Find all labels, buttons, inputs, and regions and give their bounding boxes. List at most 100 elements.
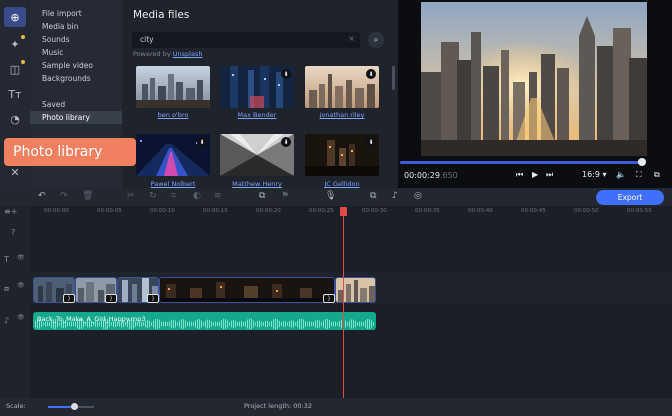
playhead[interactable]: [343, 212, 344, 398]
photo-thumbnail-4[interactable]: ⬇: [136, 134, 210, 176]
eye-icon[interactable]: 👁: [17, 282, 25, 289]
export-button[interactable]: Export: [596, 190, 664, 205]
waveform-bar: [259, 320, 260, 328]
playhead-handle[interactable]: [340, 207, 347, 216]
marker-icon[interactable]: ⚑: [281, 191, 289, 201]
category-backgrounds[interactable]: Backgrounds: [30, 72, 122, 85]
clip-properties-icon[interactable]: ≡: [214, 191, 222, 201]
waveform-bar: [193, 322, 194, 326]
waveform-bar: [233, 320, 234, 328]
photo-thumbnail-2[interactable]: ⬇: [220, 66, 294, 108]
audio-clip[interactable]: Back_To_Make_A_Girl_Happy.mp3: [33, 312, 376, 330]
rotate-icon[interactable]: ↻: [149, 191, 157, 201]
stickers-icon[interactable]: ◔: [4, 109, 26, 129]
preview-seek-bar[interactable]: [400, 161, 642, 164]
ruler-tick-label: 00:00:45: [521, 208, 546, 214]
video-clip[interactable]: [335, 277, 376, 303]
waveform-bar: [181, 319, 182, 329]
video-clip[interactable]: [159, 277, 335, 303]
waveform-bar: [179, 320, 180, 328]
search-value: city: [140, 35, 154, 44]
waveform-bar: [169, 321, 170, 327]
waveform-bar: [197, 319, 198, 329]
photo-thumbnail-3[interactable]: ⬇: [305, 66, 379, 108]
waveform-bar: [367, 319, 368, 329]
import-icon[interactable]: ⊕: [4, 7, 26, 27]
time-ruler[interactable]: 00:00:00 00:00:05 00:00:10 00:00:15 00:00:20…: [30, 206, 672, 218]
category-file-import[interactable]: File import: [30, 7, 122, 20]
overlay-icon[interactable]: ⧉: [259, 191, 265, 201]
download-icon[interactable]: ⬇: [281, 137, 291, 147]
author-link[interactable]: Pawel Nolbert: [133, 180, 213, 188]
search-icon[interactable]: ⌕: [368, 32, 384, 48]
microphone-icon[interactable]: ♪: [392, 191, 398, 201]
waveform-bar: [335, 321, 336, 327]
category-music[interactable]: Music: [30, 46, 122, 59]
magic-wand-icon[interactable]: ✦: [4, 34, 26, 54]
waveform-bar: [327, 318, 328, 330]
previous-frame-icon[interactable]: ⏮: [516, 170, 523, 180]
crop-icon[interactable]: ⌗: [171, 191, 176, 201]
category-sample-video[interactable]: Sample video: [30, 59, 122, 72]
author-link[interactable]: JC Gellidon: [302, 180, 382, 188]
unsplash-link[interactable]: Unsplash: [173, 50, 203, 58]
category-photo-library[interactable]: Photo library: [30, 111, 122, 124]
titles-icon[interactable]: Tт: [4, 84, 26, 104]
download-icon[interactable]: ⬇: [366, 137, 376, 147]
category-media-bin[interactable]: Media bin: [30, 20, 122, 33]
waveform-bar: [189, 321, 190, 327]
waveform-bar: [371, 320, 372, 328]
photo-thumbnail-1[interactable]: [136, 66, 210, 108]
preview-seek-handle[interactable]: [638, 158, 646, 166]
text-track-icon: T: [4, 255, 9, 264]
author-link[interactable]: ben o'bro: [133, 111, 213, 119]
aspect-ratio-select[interactable]: 16:9 ▾: [582, 170, 607, 179]
author-link[interactable]: Matthew Henry: [217, 180, 297, 188]
transition-icon[interactable]: ⟩: [63, 294, 75, 303]
clear-search-icon[interactable]: ×: [348, 34, 355, 43]
cut-icon[interactable]: ✂: [127, 191, 135, 201]
fullscreen-icon[interactable]: ⛶: [636, 170, 642, 180]
undo-icon[interactable]: ↶: [38, 191, 46, 201]
next-frame-icon[interactable]: ⏭: [546, 170, 553, 180]
waveform-bar: [297, 320, 298, 328]
scale-slider-handle[interactable]: [71, 403, 78, 410]
waveform-bar: [303, 319, 304, 329]
download-icon[interactable]: ⬇: [366, 69, 376, 79]
eye-icon[interactable]: 👁: [17, 254, 25, 261]
media-scrollbar[interactable]: [392, 66, 395, 90]
download-icon[interactable]: ⬇: [197, 137, 207, 147]
transitions-icon[interactable]: ◫: [4, 59, 26, 79]
search-input[interactable]: city ×: [132, 32, 360, 48]
waveform-bar: [289, 321, 290, 327]
ruler-tick-label: 00:00:20: [256, 208, 281, 214]
screen-record-icon[interactable]: ⧉: [370, 191, 376, 201]
add-track-icon[interactable]: ≡+: [4, 207, 17, 216]
transition-icon[interactable]: ⟩: [323, 294, 335, 303]
download-icon[interactable]: ⬇: [281, 69, 291, 79]
waveform-bar: [237, 322, 238, 326]
author-link[interactable]: jonathan riley: [302, 111, 382, 119]
ruler-tick-label: 00:00:35: [415, 208, 440, 214]
transition-icon[interactable]: ⟩: [105, 294, 117, 303]
scale-label: Scale:: [6, 402, 26, 410]
category-saved[interactable]: Saved: [30, 98, 122, 111]
volume-icon[interactable]: 🔈: [616, 170, 626, 179]
waveform-bar: [223, 318, 224, 330]
transition-icon[interactable]: ⟩: [147, 294, 159, 303]
webcam-icon[interactable]: ◎: [414, 191, 422, 201]
voiceover-icon[interactable]: 🎙: [325, 191, 336, 201]
photo-thumbnail-5[interactable]: ⬇: [220, 134, 294, 176]
color-adjust-icon[interactable]: ◐: [193, 191, 201, 201]
delete-icon[interactable]: 🗑: [82, 191, 93, 201]
photo-thumbnail-6[interactable]: ⬇: [305, 134, 379, 176]
waveform-bar: [337, 322, 338, 326]
author-link[interactable]: Max Bender: [217, 111, 297, 119]
audio-track-icon: ♪: [4, 316, 10, 325]
eye-icon[interactable]: 👁: [17, 314, 25, 321]
redo-icon[interactable]: ↷: [60, 191, 68, 201]
popout-icon[interactable]: ⧉: [654, 170, 660, 180]
play-icon[interactable]: ▶: [532, 170, 538, 179]
category-sounds[interactable]: Sounds: [30, 33, 122, 46]
help-icon[interactable]: ?: [11, 228, 15, 237]
